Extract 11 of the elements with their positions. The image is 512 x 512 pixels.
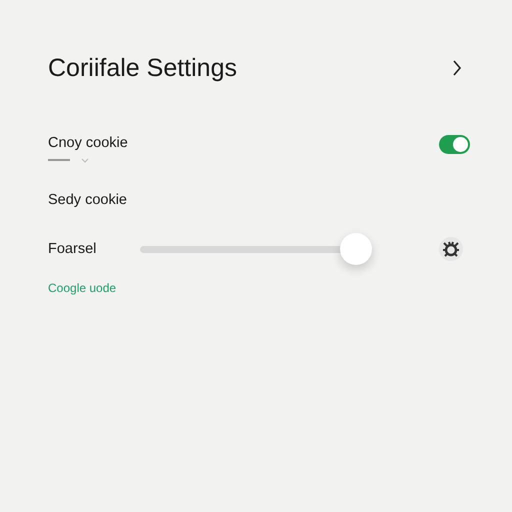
link[interactable]: Coogle uode [48, 281, 116, 295]
dropdown-caret-icon[interactable] [48, 157, 90, 165]
slider-thumb[interactable] [340, 233, 372, 265]
chevron-right-icon[interactable] [452, 60, 462, 76]
setting-label: Foarsel [48, 241, 98, 257]
setting-label: Cnoy cookie [48, 135, 128, 151]
settings-icon[interactable] [438, 236, 464, 262]
toggle-switch[interactable] [439, 135, 470, 154]
page-title: Coriifale Settings [48, 54, 237, 82]
slider[interactable] [140, 233, 372, 265]
setting-label: Sedy cookie [48, 192, 127, 208]
